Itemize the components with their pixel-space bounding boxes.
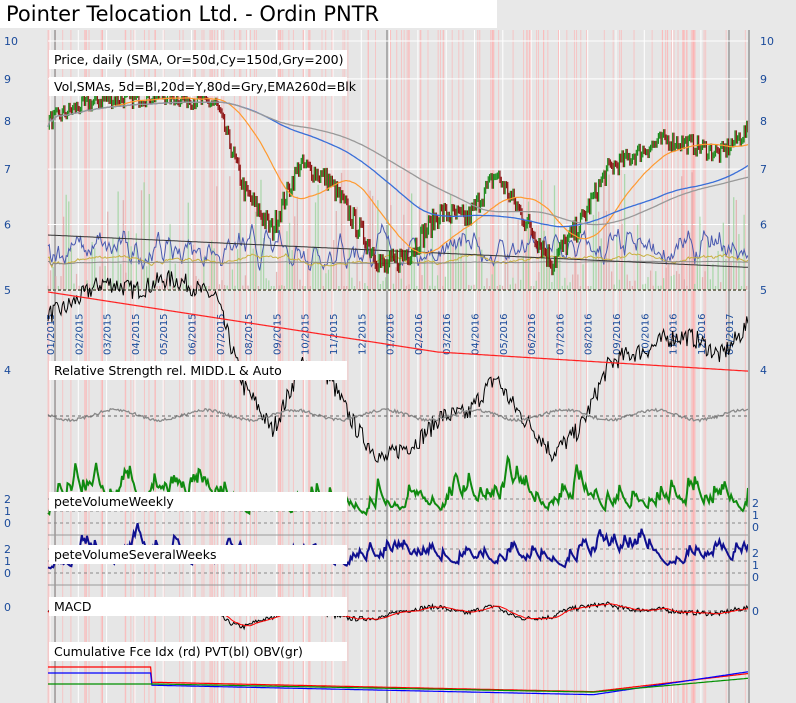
y-tick-right: 8 <box>760 115 767 128</box>
panel-label: peteVolumeSeveralWeeks <box>54 547 216 562</box>
y-tick-left: 10 <box>4 35 18 48</box>
panel-label: Cumulative Fce Idx (rd) PVT(bl) OBV(gr) <box>54 644 303 659</box>
y-tick-left: 5 <box>4 284 11 297</box>
y-tick-left: 6 <box>4 219 11 232</box>
right-axis <box>748 30 750 703</box>
x-tick-label: 01/2016 <box>386 313 397 355</box>
panel-label: Vol,SMAs, 5d=Bl,20d=Y,80d=Gry,EMA260d=Bl… <box>54 79 357 94</box>
volume-weekly-tick-right: 0 <box>752 521 759 534</box>
panel-label: Price, daily (SMA, Or=50d,Cy=150d,Gry=20… <box>54 52 344 67</box>
panel-label: MACD <box>54 599 91 614</box>
y-tick-right: 7 <box>760 163 767 176</box>
x-tick-label: 03/2015 <box>103 313 114 355</box>
x-tick-label: 05/2015 <box>159 313 170 355</box>
panel-label: peteVolumeWeekly <box>54 494 174 509</box>
y-tick-left: 7 <box>4 163 11 176</box>
rs-tick-right: 4 <box>760 364 767 377</box>
chart-window: 10 10 9 9 8 8 7 7 6 6 5 5 01/2015 02/2015 03/2015 04/20… <box>0 0 796 703</box>
x-tick-label: 11/2016 <box>669 313 680 355</box>
x-tick-label: 10/2015 <box>301 313 312 355</box>
x-tick-label: 08/2015 <box>244 313 255 355</box>
macd-tick-right: 0 <box>752 605 759 618</box>
chart-title: Pointer Telocation Ltd. - Ordin PNTR <box>0 0 497 28</box>
x-tick-label: 02/2015 <box>74 313 85 355</box>
x-tick-label: 08/2016 <box>584 313 595 355</box>
panel-label: Relative Strength rel. MIDD.L & Auto <box>54 363 282 378</box>
x-tick-label: 06/2015 <box>188 313 199 355</box>
x-tick-label: 11/2015 <box>329 313 340 355</box>
y-tick-right: 9 <box>760 73 767 86</box>
macd-tick-left: 0 <box>4 601 11 614</box>
x-tick-label: 12/2015 <box>357 313 368 355</box>
x-tick-label: 10/2016 <box>640 313 651 355</box>
panel-label-box <box>49 597 347 616</box>
x-tick-label: 06/2016 <box>527 313 538 355</box>
volume-several-weeks-tick-right: 0 <box>752 571 759 584</box>
y-tick-left: 8 <box>4 115 11 128</box>
x-tick-label: 05/2016 <box>499 313 510 355</box>
x-tick-label: 04/2016 <box>471 313 482 355</box>
stock-chart: 10 109 98 87 76 65 501/2015 02/2015 03/2015 04/20… <box>4 30 774 703</box>
y-tick-right: 5 <box>760 284 767 297</box>
y-tick-right: 10 <box>760 35 774 48</box>
x-tick-label: 07/2016 <box>555 313 566 355</box>
y-tick-right: 6 <box>760 219 767 232</box>
x-tick-label: 03/2016 <box>442 313 453 355</box>
y-tick-left: 9 <box>4 73 11 86</box>
x-tick-label: 04/2015 <box>131 313 142 355</box>
x-tick-label: 09/2015 <box>272 313 283 355</box>
volume-weekly-tick-left: 0 <box>4 517 11 530</box>
rs-tick-left: 4 <box>4 364 11 377</box>
volume-several-weeks-tick-left: 0 <box>4 567 11 580</box>
